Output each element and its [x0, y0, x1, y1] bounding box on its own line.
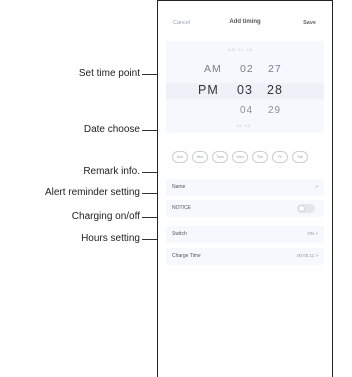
charge-time-label: Charge Time [172, 253, 201, 259]
notice-row: NOTICE [166, 200, 324, 217]
day-sun[interactable]: Sun [172, 151, 188, 163]
name-row[interactable]: Name > [166, 179, 324, 196]
header-bar: Cancel Add timing Save [158, 17, 332, 33]
label-remark-info: Remark info. [83, 166, 140, 177]
picker-period-am[interactable]: AM [204, 63, 222, 75]
app-screen: Cancel Add timing Save AM 01 26 AM 02 27… [158, 1, 332, 377]
picker-period-pm[interactable]: PM [198, 83, 219, 97]
switch-label: Switch [172, 231, 187, 237]
day-tues[interactable]: Tues [212, 151, 228, 163]
name-label: Name [172, 184, 186, 190]
day-fri[interactable]: Fri [272, 151, 288, 163]
picker-hour-02[interactable]: 02 [240, 63, 254, 75]
label-hours-setting: Hours setting [81, 233, 140, 244]
switch-row[interactable]: Switch ON > [166, 226, 324, 243]
charge-time-row[interactable]: Charge Time 00:00:11 > [166, 248, 324, 265]
charge-time-value: 00:00:11 > [296, 253, 318, 258]
label-alert-reminder: Alert reminder setting [44, 187, 140, 198]
picker-hour-04[interactable]: 04 [240, 105, 253, 116]
label-date-choose: Date choose [83, 124, 140, 135]
toggle-knob [298, 205, 305, 212]
label-set-time-point: Set time point [78, 68, 140, 79]
day-mon[interactable]: Mon [192, 151, 208, 163]
picker-faint-bottom: 05 30 [236, 123, 252, 128]
picker-hour-03[interactable]: 03 [237, 83, 253, 97]
switch-value: ON > [307, 231, 318, 236]
phone-frame: Cancel Add timing Save AM 01 26 AM 02 27… [157, 0, 333, 377]
chevron-right-icon: > [315, 184, 318, 189]
day-wed[interactable]: Wed [232, 151, 248, 163]
label-charging-onoff: Charging on/off [71, 211, 140, 222]
day-thu[interactable]: Thu [252, 151, 268, 163]
picker-faint-top: AM 01 26 [228, 47, 254, 52]
notice-toggle[interactable] [297, 204, 315, 213]
notice-label: NOTICE [172, 205, 191, 211]
picker-minute-28[interactable]: 28 [267, 83, 283, 97]
day-sat[interactable]: Sat [292, 151, 308, 163]
picker-minute-27[interactable]: 27 [268, 63, 282, 75]
picker-minute-29[interactable]: 29 [268, 105, 281, 116]
save-button[interactable]: Save [303, 20, 316, 26]
